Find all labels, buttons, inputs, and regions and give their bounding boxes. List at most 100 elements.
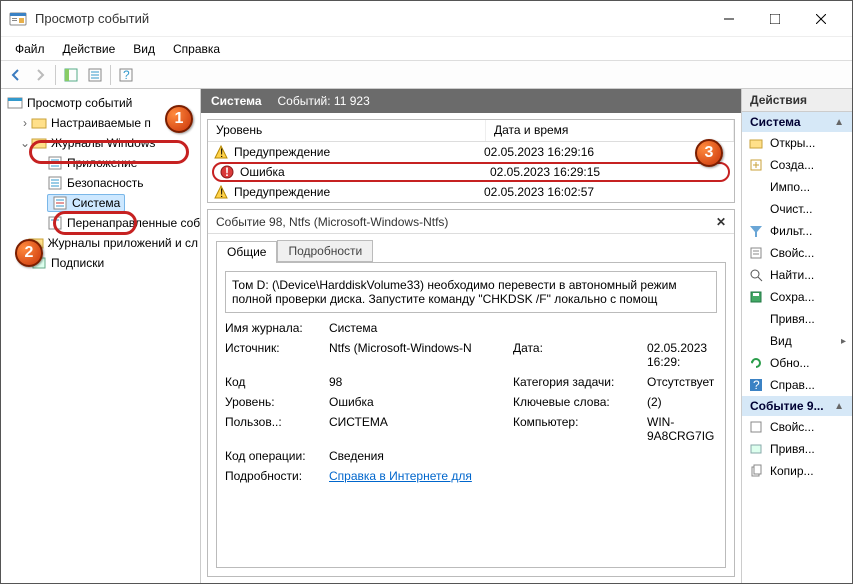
- computer-value: WIN-9A8CRG7IG: [647, 415, 717, 443]
- center-panel: Система Событий: 11 923 Уровень Дата и в…: [201, 89, 742, 583]
- tab-details[interactable]: Подробности: [277, 240, 373, 262]
- tree-security[interactable]: Безопасность: [3, 173, 198, 193]
- actions-section-system: Система▲: [742, 112, 852, 132]
- col-date[interactable]: Дата и время: [486, 120, 734, 141]
- action-attach[interactable]: Привя...: [742, 308, 852, 330]
- save-icon: [748, 289, 764, 305]
- help-button[interactable]: ?: [115, 64, 137, 86]
- event-row-selected[interactable]: !Ошибка 02.05.2023 16:29:15: [212, 162, 730, 182]
- code-label: Код: [225, 375, 325, 389]
- annotation-badge: 3: [695, 139, 723, 167]
- action-view[interactable]: Вид▸: [742, 330, 852, 352]
- back-button[interactable]: [5, 64, 27, 86]
- event-detail-title: Событие 98, Ntfs (Microsoft-Windows-Ntfs…: [216, 215, 448, 229]
- event-detail-header: Событие 98, Ntfs (Microsoft-Windows-Ntfs…: [208, 210, 734, 234]
- create-icon: [748, 157, 764, 173]
- action-save[interactable]: Сохра...: [742, 286, 852, 308]
- action-create[interactable]: Созда...: [742, 154, 852, 176]
- tree-forwarded-label: Перенаправленные соб: [67, 216, 200, 230]
- forward-button[interactable]: [29, 64, 51, 86]
- action-help[interactable]: ?Справ...: [742, 374, 852, 396]
- find-icon: [748, 267, 764, 283]
- tab-body: Том D: (\Device\HarddiskVolume33) необхо…: [216, 262, 726, 568]
- expand-icon[interactable]: ›: [19, 116, 31, 130]
- svg-text:?: ?: [753, 378, 760, 392]
- tree-windows-logs[interactable]: ⌄ Журналы Windows: [3, 133, 198, 153]
- clear-icon: [748, 201, 764, 217]
- window-title: Просмотр событий: [35, 11, 706, 26]
- action-filter[interactable]: Фильт...: [742, 220, 852, 242]
- toolbar-separator: [110, 65, 111, 85]
- keywords-label: Ключевые слова:: [513, 395, 643, 409]
- filter-icon: [748, 223, 764, 239]
- user-label: Пользов..:: [225, 415, 325, 443]
- event-row[interactable]: !Предупреждение 02.05.2023 16:29:16: [208, 142, 734, 162]
- opcode-label: Код операции:: [225, 449, 325, 463]
- menu-help[interactable]: Справка: [165, 40, 228, 58]
- action-copy[interactable]: Копир...: [742, 460, 852, 482]
- actions-header: Действия: [742, 89, 852, 112]
- action-find[interactable]: Найти...: [742, 264, 852, 286]
- collapse-icon[interactable]: ▲: [834, 117, 844, 128]
- attach-icon: [748, 441, 764, 457]
- collapse-icon[interactable]: ⌄: [19, 136, 31, 150]
- folder-icon: [31, 135, 47, 151]
- tree-system[interactable]: Система: [3, 193, 198, 213]
- col-level[interactable]: Уровень: [208, 120, 486, 141]
- action-event-properties[interactable]: Свойс...: [742, 416, 852, 438]
- attach-icon: [748, 311, 764, 327]
- source-label: Источник:: [225, 341, 325, 369]
- tree-panel: Просмотр событий › Настраиваемые п ⌄ Жур…: [1, 89, 201, 583]
- log-icon: [52, 195, 68, 211]
- action-properties[interactable]: Свойс...: [742, 242, 852, 264]
- minimize-button[interactable]: [706, 1, 752, 37]
- tree-applogs-label: Журналы приложений и сл: [48, 236, 198, 250]
- warning-icon: !: [214, 185, 228, 199]
- center-title: Система: [211, 94, 262, 108]
- event-row[interactable]: !Предупреждение 02.05.2023 16:02:57: [208, 182, 734, 202]
- properties-button[interactable]: [84, 64, 106, 86]
- info-label: Подробности:: [225, 469, 325, 483]
- menu-file[interactable]: Файл: [7, 40, 53, 58]
- import-icon: [748, 179, 764, 195]
- date-label: Дата:: [513, 341, 643, 369]
- collapse-icon[interactable]: ▲: [834, 401, 844, 412]
- action-open[interactable]: Откры...: [742, 132, 852, 154]
- copy-icon: [748, 463, 764, 479]
- category-label: Категория задачи:: [513, 375, 643, 389]
- center-header: Система Событий: 11 923: [201, 89, 741, 113]
- menu-action[interactable]: Действие: [55, 40, 124, 58]
- tree-winlogs-label: Журналы Windows: [51, 136, 155, 150]
- event-properties: Имя журнала: Система Источник: Ntfs (Mic…: [225, 321, 717, 483]
- log-name-value: Система: [329, 321, 509, 335]
- close-button[interactable]: [798, 1, 844, 37]
- event-detail: Событие 98, Ntfs (Microsoft-Windows-Ntfs…: [207, 209, 735, 577]
- titlebar: Просмотр событий: [1, 1, 852, 37]
- tree-forwarded[interactable]: Перенаправленные соб: [3, 213, 198, 233]
- eventviewer-icon: [7, 95, 23, 111]
- opcode-value: Сведения: [329, 449, 509, 463]
- annotation-badge: 1: [165, 105, 193, 133]
- tree-application[interactable]: Приложение: [3, 153, 198, 173]
- info-link[interactable]: Справка в Интернете для: [329, 469, 509, 483]
- svg-text:!: !: [220, 186, 223, 199]
- category-value: Отсутствует: [647, 375, 717, 389]
- action-clear[interactable]: Очист...: [742, 198, 852, 220]
- event-level: Ошибка: [240, 165, 285, 179]
- folder-icon: [31, 115, 47, 131]
- tree-security-label: Безопасность: [67, 176, 144, 190]
- action-event-attach[interactable]: Привя...: [742, 438, 852, 460]
- show-tree-button[interactable]: [60, 64, 82, 86]
- svg-text:!: !: [220, 146, 223, 159]
- toolbar: ?: [1, 61, 852, 89]
- level-label: Уровень:: [225, 395, 325, 409]
- action-refresh[interactable]: Обно...: [742, 352, 852, 374]
- help-icon: ?: [748, 377, 764, 393]
- action-import[interactable]: Импо...: [742, 176, 852, 198]
- tab-general[interactable]: Общие: [216, 241, 277, 263]
- menu-view[interactable]: Вид: [125, 40, 163, 58]
- maximize-button[interactable]: [752, 1, 798, 37]
- event-level: Предупреждение: [234, 185, 330, 199]
- close-detail-icon[interactable]: ✕: [716, 215, 726, 229]
- center-count: Событий: 11 923: [278, 94, 370, 108]
